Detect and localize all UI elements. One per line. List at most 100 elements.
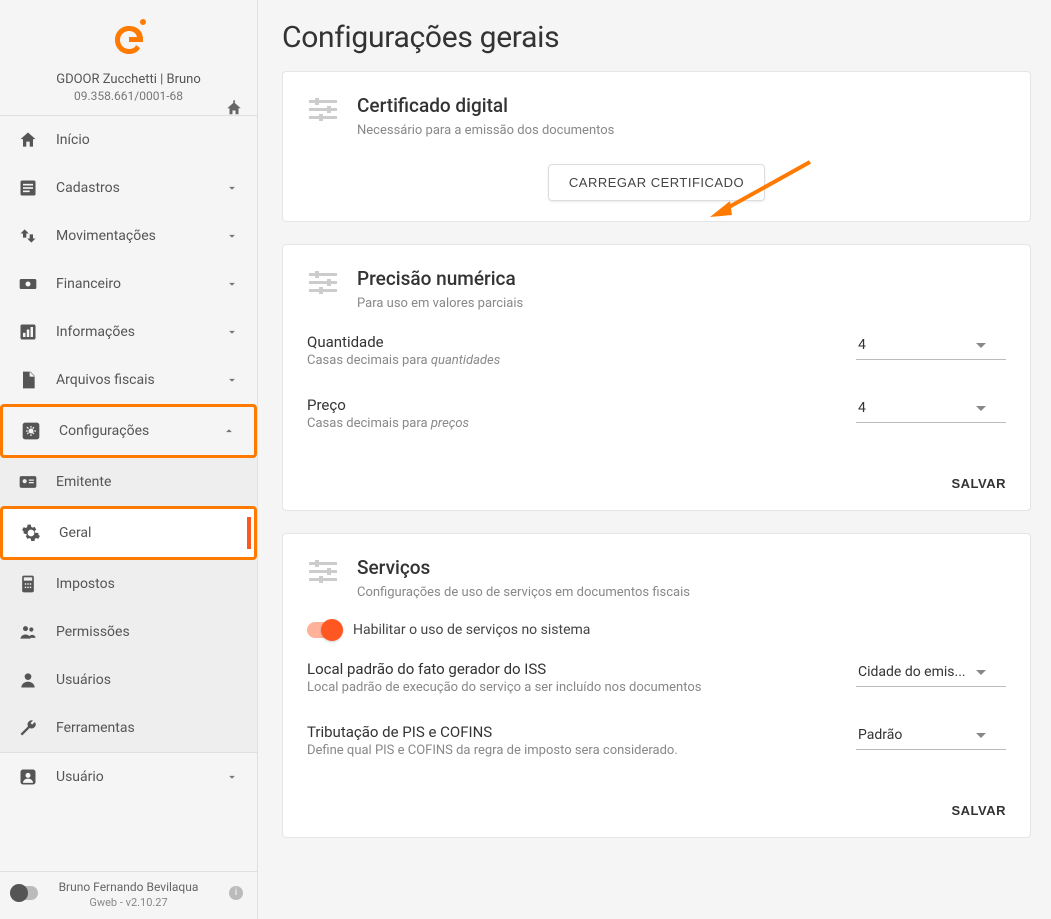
chevron-down-icon [225, 181, 239, 195]
card-subtitle: Necessário para a emissão dos documentos [357, 123, 614, 138]
nav-movimentacoes[interactable]: Movimentações [0, 212, 257, 260]
nav-label: Configurações [59, 423, 149, 439]
money-icon [18, 274, 38, 294]
wrench-icon [18, 718, 38, 738]
chart-icon [18, 322, 38, 342]
users-icon [18, 622, 38, 642]
file-icon [18, 370, 38, 390]
sliders-icon [307, 94, 339, 126]
nav-label: Início [56, 132, 90, 148]
card-title: Serviços [357, 556, 690, 579]
chevron-down-icon [225, 373, 239, 387]
field-desc: Define qual PIS e COFINS da regra de imp… [307, 743, 856, 758]
field-iss: Local padrão do fato gerador do ISS Loca… [307, 646, 1006, 709]
field-desc: Local padrão de execução do serviço a se… [307, 680, 856, 695]
iss-select[interactable]: Cidade do emis... [856, 660, 1006, 687]
field-label: Quantidade [307, 333, 856, 351]
nav-label: Permissões [56, 624, 130, 640]
chevron-down-icon [225, 229, 239, 243]
footer-version: Gweb - v2.10.27 [12, 896, 245, 909]
field-pis: Tributação de PIS e COFINS Define qual P… [307, 709, 1006, 772]
calculator-icon [18, 574, 38, 594]
nav-configuracoes[interactable]: Configurações [0, 404, 257, 458]
info-icon[interactable]: i [229, 886, 243, 900]
nav-usuario[interactable]: Usuário [0, 752, 257, 801]
nav-cadastros[interactable]: Cadastros [0, 164, 257, 212]
field-quantidade: Quantidade Casas decimais para quantidad… [307, 319, 1006, 382]
company-id: 09.358.661/0001-68 [12, 89, 245, 103]
nav-financeiro[interactable]: Financeiro [0, 260, 257, 308]
dropdown-icon [976, 406, 986, 411]
qty-select[interactable]: 4 [856, 333, 1006, 360]
pis-select[interactable]: Padrão [856, 723, 1006, 750]
card-servicos: Serviços Configurações de uso de serviço… [282, 533, 1031, 838]
chevron-down-icon [225, 770, 239, 784]
card-certificado: Certificado digital Necessário para a em… [282, 71, 1031, 222]
sliders-icon [307, 267, 339, 299]
nav-label: Impostos [56, 576, 115, 592]
chevron-down-icon [225, 325, 239, 339]
home-icon [18, 130, 38, 150]
nav-emitente[interactable]: Emitente [0, 458, 257, 506]
field-label: Tributação de PIS e COFINS [307, 723, 856, 741]
nav-inicio[interactable]: Início [0, 116, 257, 164]
list-icon [18, 178, 38, 198]
dropdown-icon [976, 343, 986, 348]
nav-arquivos[interactable]: Arquivos fiscais [0, 356, 257, 404]
footer-user: Bruno Fernando Bevilaqua [12, 880, 245, 894]
nav-usuarios[interactable]: Usuários [0, 656, 257, 704]
field-desc: Casas decimais para preços [307, 416, 469, 431]
card-subtitle: Configurações de uso de serviços em docu… [357, 585, 690, 600]
price-select[interactable]: 4 [856, 396, 1006, 423]
chevron-down-icon [225, 277, 239, 291]
sidebar: GDOOR Zucchetti | Bruno 09.358.661/0001-… [0, 0, 258, 919]
dropdown-icon [976, 670, 986, 675]
services-toggle-row: Habilitar o uso de serviços no sistema [283, 608, 1030, 646]
save-button[interactable]: SALVAR [951, 803, 1006, 818]
nav-ferramentas[interactable]: Ferramentas [0, 704, 257, 752]
settings-icon [21, 421, 41, 441]
sidebar-header: GDOOR Zucchetti | Bruno 09.358.661/0001-… [0, 0, 257, 116]
nav-label: Emitente [56, 474, 111, 490]
company-name: GDOOR Zucchetti | Bruno [12, 72, 245, 87]
load-certificate-button[interactable]: CARREGAR CERTIFICADO [548, 164, 765, 201]
id-card-icon [18, 472, 38, 492]
main-nav: Início Cadastros Movimentações Financeir… [0, 116, 257, 871]
dropdown-icon [976, 733, 986, 738]
field-desc: Casas decimais para quantidades [307, 353, 856, 368]
services-toggle[interactable] [307, 622, 341, 638]
nav-label: Informações [56, 324, 135, 340]
main-content: Configurações gerais Certificado digital… [258, 0, 1051, 919]
nav-impostos[interactable]: Impostos [0, 560, 257, 608]
chevron-up-icon [222, 424, 236, 438]
page-title: Configurações gerais [282, 20, 1031, 55]
field-preco: Preço Casas decimais para preços 4 [307, 382, 1006, 445]
nav-label: Cadastros [56, 180, 120, 196]
nav-geral[interactable]: Geral [0, 506, 257, 560]
nav-label: Arquivos fiscais [56, 372, 155, 388]
dark-mode-toggle[interactable] [10, 886, 38, 900]
nav-label: Ferramentas [56, 720, 135, 736]
account-icon [18, 767, 38, 787]
card-subtitle: Para uso em valores parciais [357, 296, 523, 311]
save-button[interactable]: SALVAR [951, 476, 1006, 491]
sliders-icon [307, 556, 339, 588]
toggle-label: Habilitar o uso de serviços no sistema [353, 622, 590, 638]
config-subsection: Emitente Geral Impostos Permissões Usuár… [0, 458, 257, 752]
card-title: Precisão numérica [357, 267, 523, 290]
field-label: Local padrão do fato gerador do ISS [307, 660, 856, 678]
card-title: Certificado digital [357, 94, 614, 117]
card-precisao: Precisão numérica Para uso em valores pa… [282, 244, 1031, 511]
nav-label: Financeiro [56, 276, 121, 292]
transfer-icon [18, 226, 38, 246]
sidebar-footer: Bruno Fernando Bevilaqua Gweb - v2.10.27… [0, 871, 257, 919]
nav-permissoes[interactable]: Permissões [0, 608, 257, 656]
nav-label: Movimentações [56, 228, 156, 244]
user-icon [18, 670, 38, 690]
field-label: Preço [307, 396, 469, 414]
nav-label: Usuário [56, 769, 104, 785]
logo [105, 16, 153, 64]
gear-icon [21, 523, 41, 543]
nav-informacoes[interactable]: Informações [0, 308, 257, 356]
nav-label: Geral [59, 525, 91, 541]
